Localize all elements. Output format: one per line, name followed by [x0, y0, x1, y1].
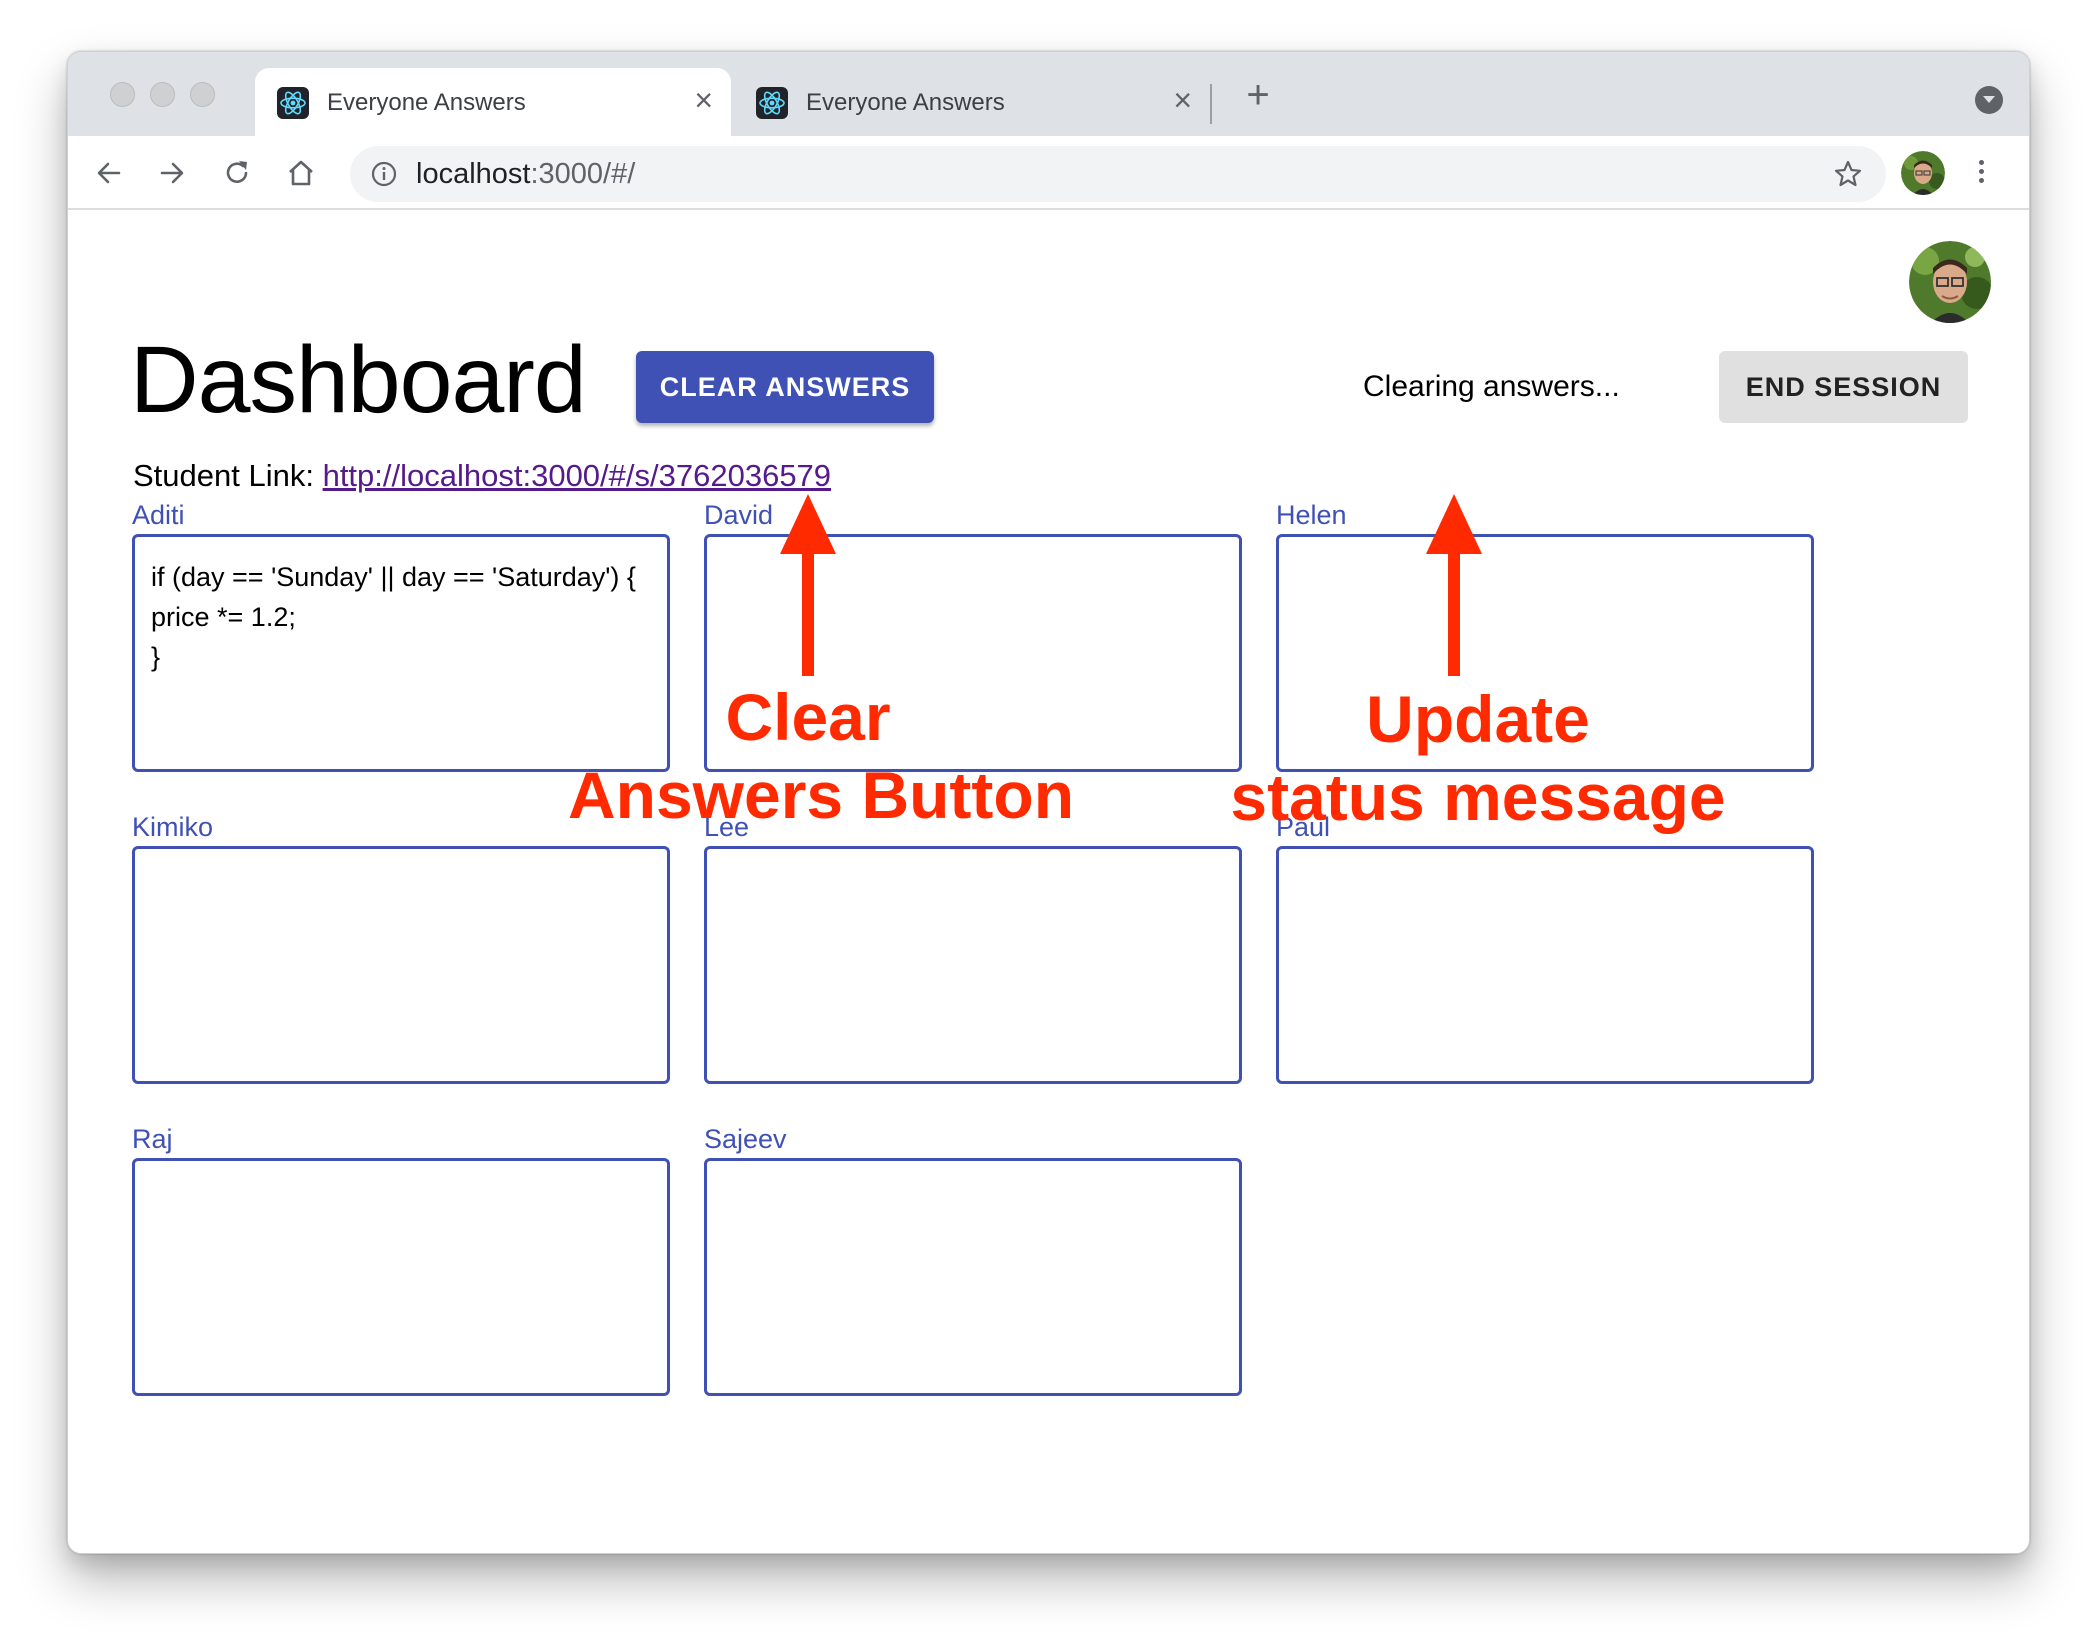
- profile-avatar[interactable]: [1901, 151, 1945, 195]
- answer-box: [1276, 846, 1814, 1084]
- end-session-button[interactable]: END SESSION: [1719, 351, 1968, 423]
- home-icon[interactable]: [284, 156, 318, 190]
- tab-title: Everyone Answers: [806, 89, 1005, 116]
- clear-answers-button[interactable]: CLEAR ANSWERS: [636, 351, 934, 423]
- student-name: Kimiko: [132, 812, 214, 842]
- react-icon: [756, 87, 788, 119]
- window-zoom-dot[interactable]: [190, 82, 215, 107]
- url-text: localhost:3000/#/: [416, 158, 636, 190]
- dashboard-page: Dashboard CLEAR ANSWERS Clearing answers…: [68, 212, 2029, 1553]
- annotation-line: Answers Button: [568, 758, 1075, 832]
- answer-box: [132, 846, 670, 1084]
- student-name: Sajeev: [704, 1124, 787, 1154]
- status-message: Clearing answers...: [1363, 370, 1620, 403]
- tab-everyone-answers-2[interactable]: Everyone Answers ×: [734, 68, 1210, 136]
- tab-search-dropdown-icon[interactable]: [1975, 86, 2003, 114]
- reload-icon[interactable]: [220, 156, 254, 190]
- page-title: Dashboard: [130, 327, 587, 433]
- close-icon[interactable]: ×: [1173, 84, 1192, 116]
- tab-divider: [1210, 84, 1212, 124]
- answer-box: [704, 1158, 1242, 1396]
- annotation-arrow-up-icon: [1426, 494, 1482, 676]
- user-avatar[interactable]: [1909, 241, 1991, 323]
- student-link-label: Student Link:: [133, 458, 323, 493]
- annotation-arrow-up-icon: [780, 494, 836, 676]
- react-icon: [277, 87, 309, 119]
- student-link: Student Link: http://localhost:3000/#/s/…: [133, 458, 831, 494]
- student-name: Helen: [1276, 500, 1347, 530]
- annotation-clear-answers: Clear Answers Button: [568, 678, 1075, 834]
- info-icon[interactable]: [370, 160, 398, 188]
- back-arrow-icon[interactable]: [92, 156, 126, 190]
- student-name: Raj: [132, 1124, 173, 1154]
- annotation-update-status: Update status message: [1218, 680, 1738, 836]
- annotation-line: Clear: [725, 680, 891, 754]
- tab-everyone-answers-1[interactable]: Everyone Answers ×: [255, 68, 731, 136]
- bookmark-star-icon[interactable]: [1832, 158, 1864, 190]
- annotation-line: Update: [1366, 682, 1590, 756]
- tab-strip: Everyone Answers × Everyone Answers × +: [68, 52, 2029, 136]
- student-name: Aditi: [132, 500, 185, 530]
- student-link-url[interactable]: http://localhost:3000/#/s/3762036579: [323, 458, 831, 493]
- window-minimize-dot[interactable]: [150, 82, 175, 107]
- browser-toolbar: localhost:3000/#/: [68, 136, 2029, 210]
- student-name: David: [704, 500, 774, 530]
- tab-title: Everyone Answers: [327, 89, 526, 116]
- forward-arrow-icon[interactable]: [155, 156, 189, 190]
- close-icon[interactable]: ×: [694, 84, 713, 116]
- address-bar[interactable]: localhost:3000/#/: [350, 146, 1886, 202]
- answer-box: [132, 1158, 670, 1396]
- window-close-dot[interactable]: [110, 82, 135, 107]
- annotation-line: status message: [1230, 760, 1726, 834]
- new-tab-plus-icon[interactable]: +: [1240, 75, 1276, 115]
- browser-window: Everyone Answers × Everyone Answers × +: [67, 51, 2030, 1554]
- answer-box: [704, 846, 1242, 1084]
- more-menu-icon[interactable]: [1977, 156, 1985, 190]
